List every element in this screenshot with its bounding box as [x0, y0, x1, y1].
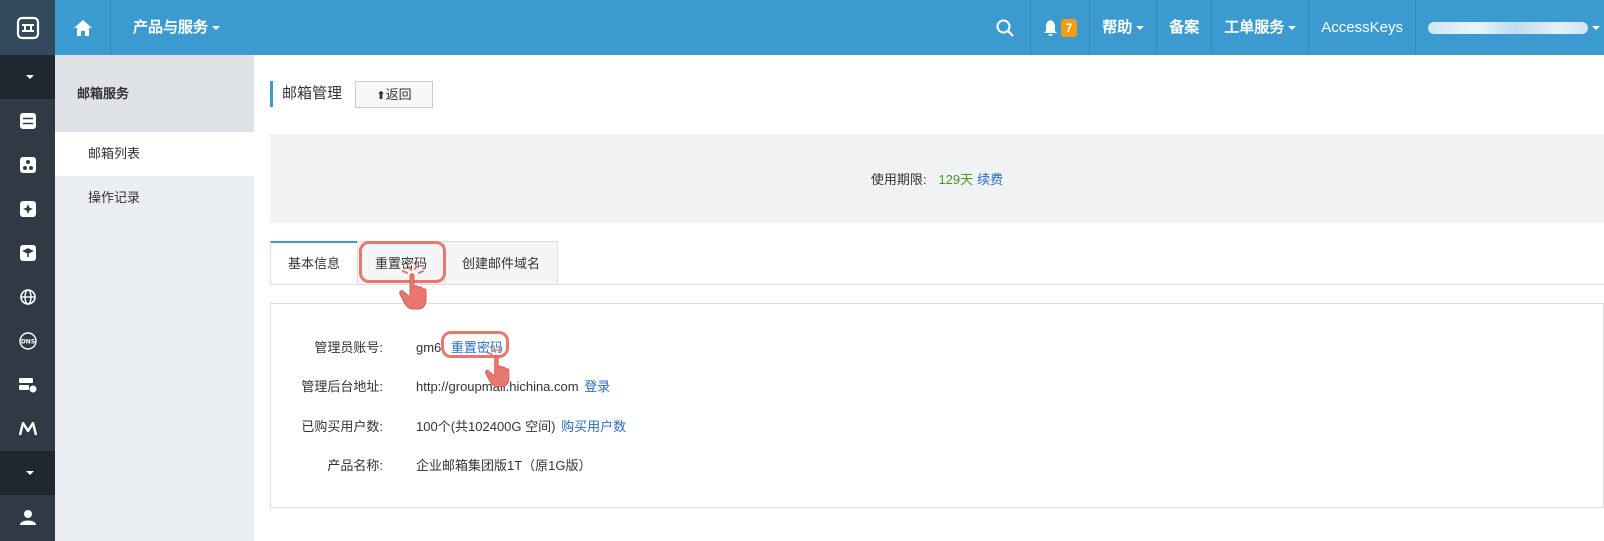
cloud-server-icon: [18, 378, 36, 393]
rail-item-fan[interactable]: [0, 187, 55, 231]
chevron-down-icon: [25, 471, 34, 475]
admin-account-label: 管理员账号:: [314, 340, 383, 355]
purchased-users-label: 已购买用户数:: [301, 419, 383, 434]
home-icon[interactable]: [55, 0, 111, 55]
bell-icon: [1043, 19, 1057, 36]
backend-address-label: 管理后台地址:: [301, 379, 383, 394]
rail-item-user[interactable]: [0, 495, 55, 539]
ticket-service-menu[interactable]: 工单服务: [1211, 0, 1308, 55]
rail-item-nodes[interactable]: [0, 143, 55, 187]
product-name-label: 产品名称:: [327, 458, 383, 473]
products-services-menu[interactable]: 产品与服务: [133, 0, 221, 55]
chevron-down-icon: [1592, 25, 1600, 30]
tab-basic-info[interactable]: 基本信息: [270, 241, 359, 284]
console-logo-icon[interactable]: [0, 0, 55, 55]
beian-label: 备案: [1169, 19, 1200, 36]
arrow-up-icon: ⬆: [376, 90, 386, 102]
search-icon[interactable]: [980, 0, 1030, 55]
product-name-value: 企业邮箱集团版1T（原1G版）: [416, 458, 592, 473]
tab-divider: [270, 284, 1604, 285]
admin-account-value: gm6: [416, 340, 442, 355]
login-link[interactable]: 登录: [584, 379, 610, 394]
box-icon: [19, 245, 36, 261]
help-label: 帮助: [1102, 19, 1133, 36]
rail-collapse-toggle[interactable]: [0, 55, 55, 99]
main-content: 邮箱管理 ⬆返回 使用期限: 129天 续费 基本信息 重置密码 创建邮件域名 …: [254, 55, 1604, 541]
mail-m-icon: [18, 422, 37, 436]
nodes-icon: [19, 157, 36, 173]
blurred-account-email: [1428, 21, 1588, 34]
rail-item-dns[interactable]: DNS: [0, 319, 55, 363]
rail-item-box[interactable]: [0, 231, 55, 275]
rail-expand-toggle[interactable]: [0, 451, 55, 495]
account-menu[interactable]: [1415, 0, 1604, 55]
expiry-label: 使用期限:: [870, 172, 927, 187]
svg-text:DNS: DNS: [20, 339, 34, 346]
user-icon: [19, 510, 36, 525]
accesskeys-link[interactable]: AccessKeys: [1308, 0, 1415, 55]
rail-item-mail[interactable]: [0, 407, 55, 451]
ticket-label: 工单服务: [1224, 19, 1285, 36]
buy-users-link[interactable]: 购买用户数: [561, 419, 626, 434]
top-navbar: 产品与服务 7 帮助 备案 工单服务 AccessKeys: [0, 0, 1604, 55]
sidebar-item-operation-log[interactable]: 操作记录: [55, 176, 254, 220]
chevron-down-icon: [1288, 25, 1297, 30]
chevron-down-icon: [212, 26, 221, 31]
pointing-hand-icon: [485, 348, 510, 388]
fan-icon: [19, 201, 36, 217]
chevron-down-icon: [1136, 25, 1145, 30]
mail-service-sidebar: 邮箱服务 邮箱列表 操作记录: [55, 55, 254, 541]
back-button[interactable]: ⬆返回: [355, 81, 433, 108]
expiry-days: 129天: [938, 172, 974, 187]
expiry-banner: 使用期限: 129天 续费: [270, 134, 1604, 223]
sidebar-title: 邮箱服务: [55, 55, 254, 132]
sidebar-item-mailbox-list[interactable]: 邮箱列表: [55, 132, 254, 176]
globe-icon: [19, 289, 36, 305]
page-title: 邮箱管理: [270, 81, 342, 107]
accesskeys-label: AccessKeys: [1321, 19, 1403, 36]
renew-link[interactable]: 续费: [977, 169, 1003, 188]
notification-button[interactable]: 7: [1029, 0, 1090, 55]
pointing-hand-icon: [399, 266, 427, 310]
server-icon: [19, 113, 36, 129]
notification-count-badge: 7: [1060, 18, 1078, 37]
help-menu[interactable]: 帮助: [1089, 0, 1156, 55]
rail-item-server[interactable]: [0, 99, 55, 143]
back-label: 返回: [385, 87, 412, 102]
products-label: 产品与服务: [133, 19, 209, 36]
beian-link[interactable]: 备案: [1156, 0, 1211, 55]
rail-item-cloud-server[interactable]: [0, 363, 55, 407]
rail-item-globe[interactable]: [0, 275, 55, 319]
icon-rail: DNS: [0, 55, 55, 541]
tab-create-mail-domain[interactable]: 创建邮件域名: [444, 241, 559, 284]
dns-icon: DNS: [18, 332, 37, 350]
chevron-down-icon: [25, 75, 34, 79]
purchased-users-value: 100个(共102400G 空间): [416, 419, 556, 434]
